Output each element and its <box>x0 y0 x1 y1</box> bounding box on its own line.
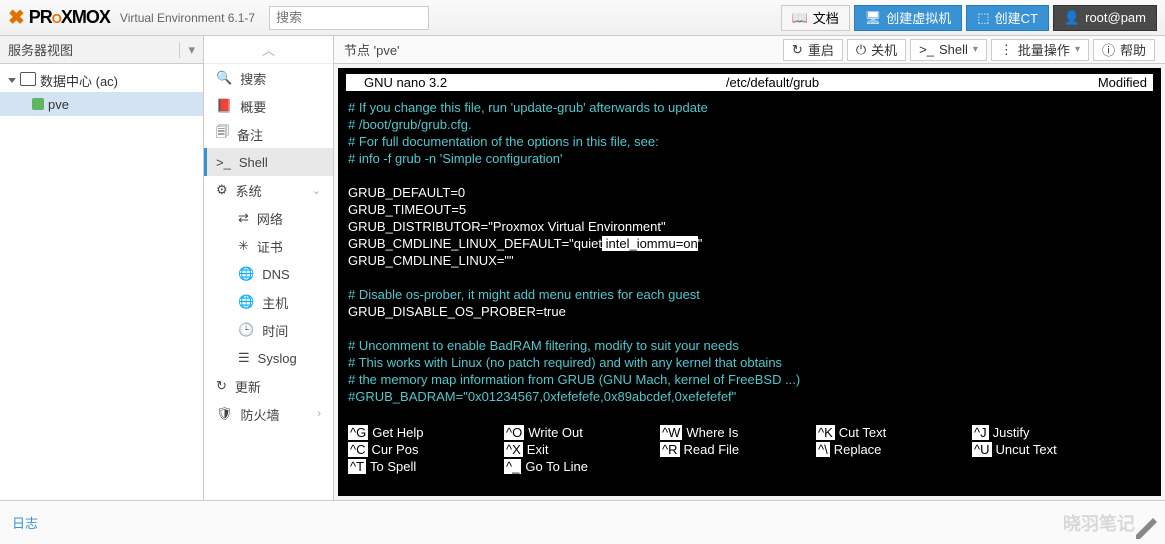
clock-icon: 🕒 <box>238 322 254 338</box>
book-icon: 📕 <box>216 98 232 114</box>
shutdown-button[interactable]: ⏻关机 <box>847 39 906 61</box>
shell-dropdown-button[interactable]: >_Shell▾ <box>910 39 987 61</box>
bulk-actions-button[interactable]: ⋮批量操作▾ <box>991 39 1089 61</box>
bulk-icon: ⋮ <box>1000 42 1013 58</box>
search-icon: 🔍 <box>216 70 232 86</box>
monitor-icon: 🖥 <box>865 10 882 26</box>
global-search[interactable] <box>269 6 429 30</box>
menu-shell[interactable]: >_Shell <box>204 148 333 176</box>
menu-system[interactable]: ⚙系统⌄ <box>204 176 333 204</box>
nano-shortcuts: ^GGet Help ^OWrite Out ^WWhere Is ^KCut … <box>338 422 1161 477</box>
chevron-down-icon: ▾ <box>973 44 978 55</box>
menu-search[interactable]: 🔍搜索 <box>204 64 333 92</box>
notes-icon: 🗐 <box>216 123 229 145</box>
resource-tree-panel: 服务器视图 ▾ 数据中心 (ac) pve <box>0 36 204 500</box>
menu-dns[interactable]: 🌐DNS <box>204 260 333 288</box>
chevron-down-icon: ▾ <box>1075 44 1080 55</box>
chevron-down-icon: ⌄ <box>312 184 321 197</box>
certificate-icon: ✳ <box>238 238 249 254</box>
gear-icon: ⚙ <box>216 182 228 198</box>
datacenter-label: 数据中心 (ac) <box>40 71 118 90</box>
menu-network[interactable]: ⇄网络 <box>204 204 333 232</box>
reboot-icon: ↻ <box>792 42 803 58</box>
view-label: 服务器视图 <box>8 40 73 59</box>
terminal-icon: >_ <box>919 42 934 57</box>
create-ct-button[interactable]: ⬚ 创建CT <box>966 5 1049 31</box>
logo-icon: ✖ <box>8 5 25 30</box>
user-icon: 👤 <box>1064 10 1080 26</box>
node-label: pve <box>48 97 69 112</box>
create-vm-button[interactable]: 🖥 创建虚拟机 <box>854 5 963 31</box>
nano-filename: /etc/default/grub <box>726 74 819 91</box>
product-subtitle: Virtual Environment 6.1-7 <box>120 11 255 25</box>
menu-updates[interactable]: ↻更新 <box>204 372 333 400</box>
shell-terminal[interactable]: GNU nano 3.2 /etc/default/grub Modified … <box>338 68 1161 496</box>
chevron-right-icon: › <box>317 408 321 420</box>
menu-certs[interactable]: ✳证书 <box>204 232 333 260</box>
content-toolbar: 节点 'pve' ↻重启 ⏻关机 >_Shell▾ ⋮批量操作▾ ⓘ帮助 <box>334 36 1165 64</box>
content-panel: 节点 'pve' ↻重启 ⏻关机 >_Shell▾ ⋮批量操作▾ ⓘ帮助 GNU… <box>334 36 1165 500</box>
log-link[interactable]: 日志 <box>12 513 38 532</box>
globe-icon: 🌐 <box>238 266 254 282</box>
edit-icon[interactable] <box>1131 510 1161 540</box>
nano-content: # If you change this file, run 'update-g… <box>338 99 1161 422</box>
menu-notes[interactable]: 🗐备注 <box>204 120 333 148</box>
view-selector[interactable]: 服务器视图 ▾ <box>0 36 203 64</box>
docs-label: 文档 <box>813 8 839 27</box>
resource-tree: 数据中心 (ac) pve <box>0 64 203 500</box>
menu-hosts[interactable]: 🌐主机 <box>204 288 333 316</box>
nano-modified: Modified <box>1098 74 1147 91</box>
watermark: 晓羽笔记 <box>1063 510 1135 536</box>
nano-version: GNU nano 3.2 <box>352 74 447 91</box>
help-button[interactable]: ⓘ帮助 <box>1093 39 1155 61</box>
highlighted-text: intel_iommu=on <box>602 236 698 251</box>
user-menu-button[interactable]: 👤 root@pam <box>1053 5 1157 31</box>
breadcrumb: 节点 'pve' <box>344 40 400 59</box>
hosts-icon: 🌐 <box>238 294 254 310</box>
bottom-bar: 日志 晓羽笔记 <box>0 500 1165 544</box>
docs-button[interactable]: 📖 文档 <box>781 5 850 31</box>
nano-titlebar: GNU nano 3.2 /etc/default/grub Modified <box>346 74 1153 91</box>
datacenter-icon <box>22 74 36 86</box>
power-icon: ⏻ <box>856 42 866 58</box>
menu-firewall[interactable]: 🛡防火墙› <box>204 400 333 428</box>
menu-summary[interactable]: 📕概要 <box>204 92 333 120</box>
header-toolbar: ✖ PROXMOX Virtual Environment 6.1-7 📖 文档… <box>0 0 1165 36</box>
reboot-button[interactable]: ↻重启 <box>783 39 843 61</box>
shield-icon: 🛡 <box>216 406 233 422</box>
logo-text: PROXMOX <box>29 7 110 28</box>
grub-cmdline-line: GRUB_CMDLINE_LINUX_DEFAULT="quiet intel_… <box>348 235 1151 252</box>
menu-syslog[interactable]: ☰Syslog <box>204 344 333 372</box>
tree-node-pve[interactable]: pve <box>0 92 203 116</box>
network-icon: ⇄ <box>238 210 249 226</box>
search-input[interactable] <box>269 6 429 30</box>
tree-datacenter[interactable]: 数据中心 (ac) <box>0 68 203 92</box>
chevron-down-icon: ▾ <box>179 42 195 58</box>
create-ct-label: 创建CT <box>995 8 1038 27</box>
expand-icon <box>8 78 16 83</box>
menu-time[interactable]: 🕒时间 <box>204 316 333 344</box>
help-icon: ⓘ <box>1102 40 1115 59</box>
refresh-icon: ↻ <box>216 378 227 394</box>
list-icon: ☰ <box>238 350 250 366</box>
terminal-icon: >_ <box>216 155 231 170</box>
scroll-up-icon[interactable]: ︿ <box>204 36 333 64</box>
node-icon <box>32 98 44 110</box>
logo: ✖ PROXMOX <box>8 5 110 30</box>
user-label: root@pam <box>1085 10 1146 25</box>
cube-icon: ⬚ <box>977 10 989 26</box>
create-vm-label: 创建虚拟机 <box>886 8 951 27</box>
book-icon: 📖 <box>792 10 808 26</box>
node-menu: ︿ 🔍搜索 📕概要 🗐备注 >_Shell ⚙系统⌄ ⇄网络 ✳证书 🌐DNS … <box>204 36 334 500</box>
